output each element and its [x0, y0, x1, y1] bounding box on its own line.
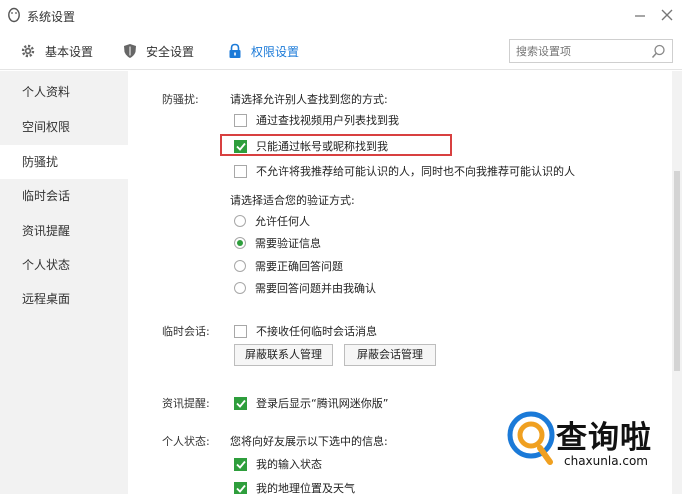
tab-basic-settings[interactable]: 基本设置 [20, 41, 93, 61]
checkbox-checked[interactable] [234, 481, 247, 494]
window-title: 系统设置 [27, 10, 76, 24]
scrollbar-thumb[interactable] [674, 171, 680, 371]
anti-harass-label: 防骚扰: [162, 93, 199, 106]
option-label: 需要回答问题并由我确认 [255, 282, 376, 295]
find-option-account-only[interactable]: 只能通过帐号或昵称找到我 [234, 138, 388, 154]
temp-session-option[interactable]: 不接收任何临时会话消息 [234, 323, 377, 339]
radio-button[interactable] [234, 260, 246, 272]
option-label: 我的地理位置及天气 [256, 482, 355, 494]
verify-option-answer[interactable]: 需要正确回答问题 [234, 258, 343, 274]
tab-label: 安全设置 [146, 44, 195, 59]
option-label: 登录后显示“腾讯网迷你版” [256, 397, 389, 410]
find-option-video-list[interactable]: 通过查找视频用户列表找到我 [234, 112, 399, 128]
minimize-icon[interactable] [631, 6, 649, 24]
option-label: 需要验证信息 [255, 237, 321, 250]
verify-option-anyone[interactable]: 允许任何人 [234, 213, 310, 229]
lock-icon [229, 43, 241, 58]
search-logo-icon [507, 411, 555, 465]
radio-button[interactable] [234, 282, 246, 294]
close-icon[interactable] [658, 6, 676, 24]
status-option-location[interactable]: 我的地理位置及天气 [234, 480, 355, 494]
checkmark-icon [235, 399, 246, 408]
sidebar-item-personal-status[interactable]: 个人状态 [0, 248, 128, 282]
temp-session-label: 临时会话: [162, 325, 210, 338]
checkmark-icon [235, 142, 246, 151]
option-label: 不接收任何临时会话消息 [256, 325, 377, 338]
shield-icon [124, 44, 136, 58]
watermark-subtitle: chaxunla.com [564, 454, 648, 468]
find-prompt: 请选择允许别人查找到您的方式: [230, 93, 388, 106]
penguin-logo-icon [8, 7, 20, 23]
radio-button[interactable] [234, 215, 246, 227]
tab-security-settings[interactable]: 安全设置 [123, 41, 194, 61]
option-label: 我的输入状态 [256, 458, 322, 471]
verify-prompt: 请选择适合您的验证方式: [230, 194, 355, 207]
title-bar: 系统设置 [0, 0, 682, 32]
checkbox[interactable] [234, 324, 247, 338]
option-label: 不允许将我推荐给可能认识的人，同时也不向我推荐可能认识的人 [256, 165, 575, 178]
checkbox-checked[interactable] [234, 457, 247, 471]
checkmark-icon [235, 484, 246, 493]
radio-button-selected[interactable] [234, 237, 246, 249]
checkbox-checked[interactable] [234, 139, 247, 153]
news-reminder-option[interactable]: 登录后显示“腾讯网迷你版” [234, 395, 388, 411]
verify-option-message[interactable]: 需要验证信息 [234, 235, 321, 251]
search-icon[interactable] [651, 44, 666, 59]
search-input[interactable] [510, 40, 640, 62]
personal-status-prompt: 您将向好友展示以下选中的信息: [230, 435, 388, 448]
tab-permission-settings[interactable]: 权限设置 [228, 41, 299, 61]
sidebar-item-anti-harass[interactable]: 防骚扰 [0, 145, 128, 179]
sidebar-item-remote-desktop[interactable]: 远程桌面 [0, 282, 128, 316]
gear-icon [21, 44, 35, 58]
sidebar-item-news-reminder[interactable]: 资讯提醒 [0, 214, 128, 248]
checkbox[interactable] [234, 164, 247, 178]
sidebar-item-temp-session[interactable]: 临时会话 [0, 179, 128, 213]
option-label: 只能通过帐号或昵称找到我 [256, 140, 388, 153]
tab-label: 基本设置 [45, 44, 94, 59]
tab-label: 权限设置 [251, 44, 300, 59]
option-label: 需要正确回答问题 [255, 260, 343, 273]
checkbox[interactable] [234, 113, 247, 127]
option-label: 允许任何人 [255, 215, 310, 228]
option-label: 通过查找视频用户列表找到我 [256, 114, 399, 127]
block-contacts-button[interactable]: 屏蔽联系人管理 [234, 344, 333, 366]
settings-tab-bar: 基本设置 安全设置 权限设置 [0, 32, 682, 70]
personal-status-label: 个人状态: [162, 435, 210, 448]
news-reminder-label: 资讯提醒: [162, 397, 210, 410]
block-sessions-button[interactable]: 屏蔽会话管理 [344, 344, 436, 366]
checkbox-checked[interactable] [234, 396, 247, 410]
watermark: 查询啦 chaxunla.com [506, 410, 682, 480]
watermark-title: 查询啦 [556, 420, 652, 456]
verify-option-answer-confirm[interactable]: 需要回答问题并由我确认 [234, 280, 376, 296]
checkmark-icon [235, 460, 246, 469]
sidebar: 个人资料 空间权限 防骚扰 临时会话 资讯提醒 个人状态 远程桌面 [0, 71, 128, 494]
sidebar-item-space-permission[interactable]: 空间权限 [0, 110, 128, 144]
search-box[interactable] [509, 39, 673, 63]
sidebar-item-profile[interactable]: 个人资料 [0, 75, 128, 109]
status-option-typing[interactable]: 我的输入状态 [234, 456, 322, 472]
find-option-no-recommend[interactable]: 不允许将我推荐给可能认识的人，同时也不向我推荐可能认识的人 [234, 163, 575, 179]
